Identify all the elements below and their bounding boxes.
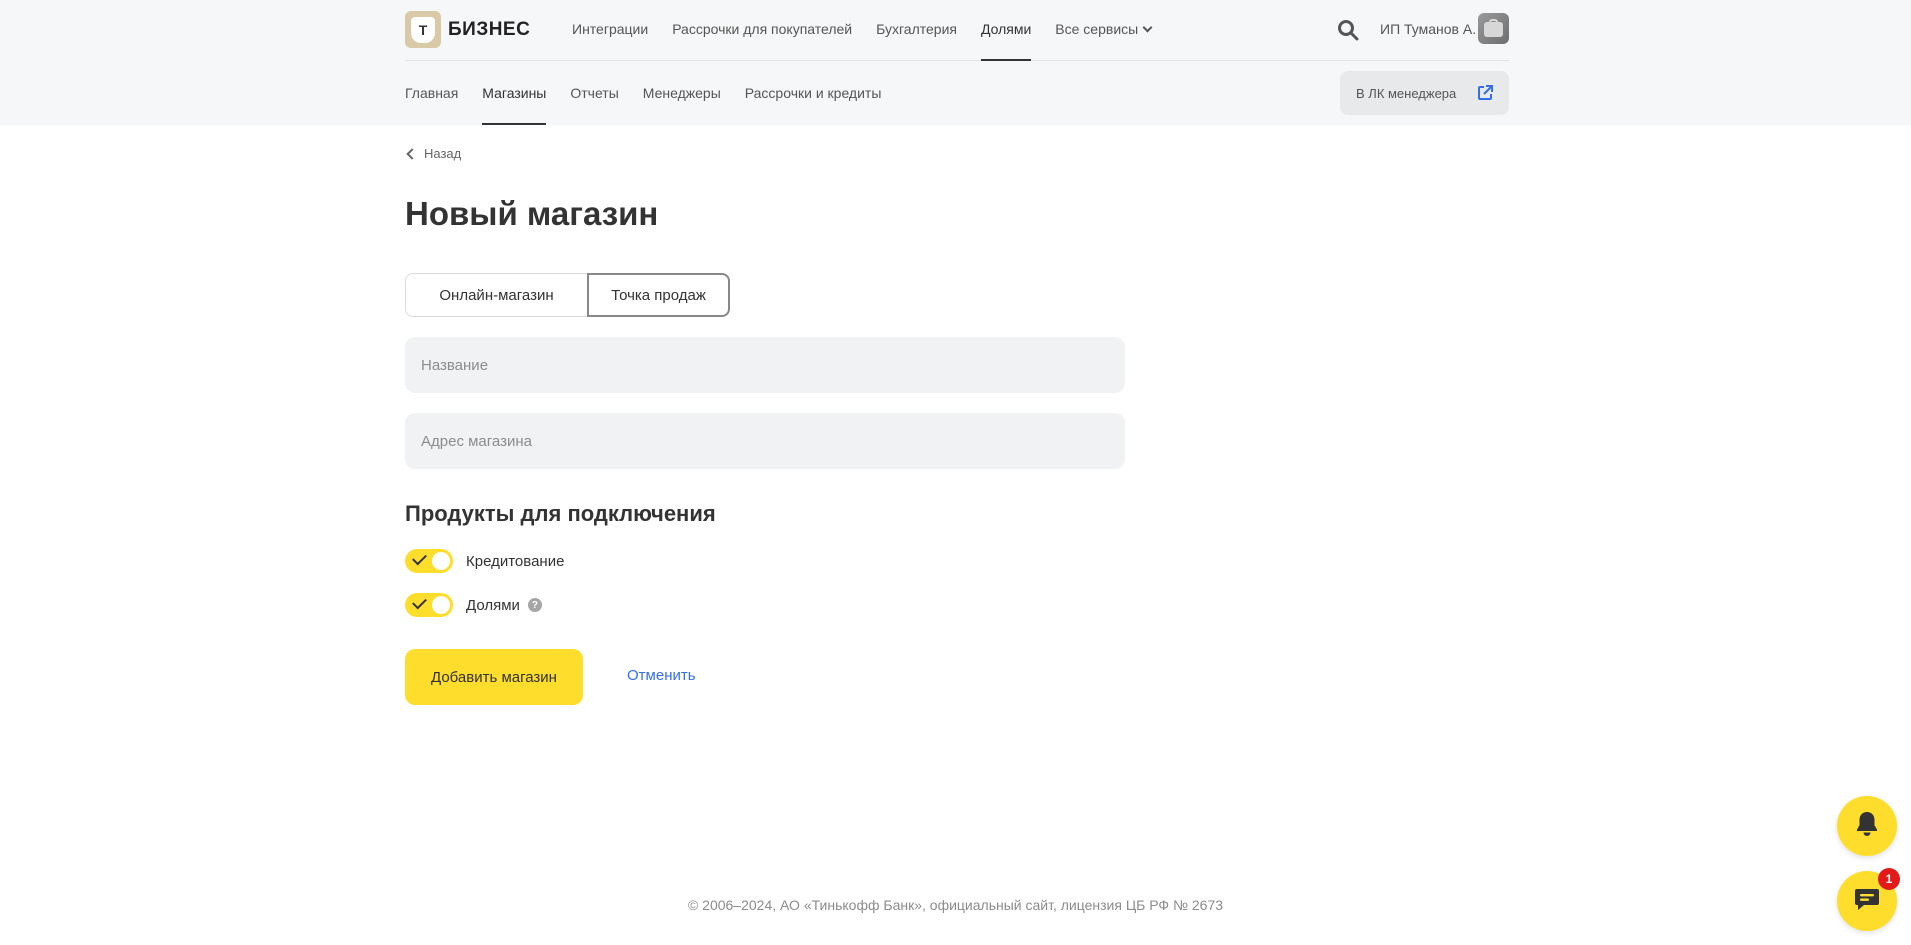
shop-name-input[interactable] [421, 356, 1101, 374]
dolyami-toggle[interactable] [405, 593, 453, 617]
add-shop-button[interactable]: Добавить магазин [405, 649, 583, 705]
toggle-knob [432, 596, 450, 614]
search-icon[interactable] [1337, 19, 1359, 41]
chevron-down-icon [1142, 22, 1153, 33]
segment-online-shop[interactable]: Онлайн-магазин [405, 273, 587, 317]
product-row-dolyami: Долями ? [405, 593, 542, 617]
notifications-button[interactable] [1837, 796, 1897, 856]
manager-cabinet-label: В ЛК менеджера [1356, 85, 1457, 101]
help-icon[interactable]: ? [527, 598, 542, 612]
product-row-credit: Кредитование [405, 549, 564, 573]
top-nav-accounting[interactable]: Бухгалтерия [876, 0, 957, 61]
logo-text: БИЗНЕС [448, 18, 531, 40]
chat-badge: 1 [1878, 868, 1900, 890]
logo-letter: Т [411, 16, 435, 43]
avatar[interactable] [1478, 13, 1509, 44]
top-nav-all-services[interactable]: Все сервисы [1055, 0, 1153, 61]
top-nav-all-services-label: Все сервисы [1055, 21, 1139, 37]
briefcase-icon [1484, 22, 1503, 37]
chevron-left-icon [406, 147, 418, 160]
footer-copyright: © 2006–2024, АО «Тинькофф Банк», официал… [687, 897, 1224, 913]
chat-icon [1853, 886, 1881, 917]
check-icon [412, 594, 427, 610]
header-main-row: Т БИЗНЕС Интеграции Рассрочки для покупа… [405, 0, 1509, 61]
logo[interactable]: Т БИЗНЕС [405, 11, 530, 48]
sub-nav-managers[interactable]: Менеджеры [643, 61, 721, 125]
page-title: Новый магазин [405, 195, 659, 232]
shop-name-field[interactable] [405, 337, 1125, 393]
header-sub-row: Главная Магазины Отчеты Менеджеры Рассро… [405, 61, 1509, 125]
shop-address-input[interactable] [421, 432, 1101, 450]
shop-type-switcher: Онлайн-магазин Точка продаж [405, 273, 730, 317]
credit-toggle[interactable] [405, 549, 453, 573]
sub-nav-loans[interactable]: Рассрочки и кредиты [745, 61, 882, 125]
user-name[interactable]: ИП Туманов А. [1380, 21, 1476, 37]
sub-nav-shops[interactable]: Магазины [482, 61, 547, 125]
external-link-icon [1477, 85, 1493, 101]
back-link[interactable]: Назад [405, 146, 461, 161]
products-section-title: Продукты для подключения [405, 501, 716, 526]
back-label: Назад [424, 146, 462, 161]
toggle-knob [432, 552, 450, 570]
sub-nav-reports[interactable]: Отчеты [570, 61, 618, 125]
top-nav: Интеграции Рассрочки для покупателей Бух… [572, 0, 1175, 61]
chat-button[interactable]: 1 [1837, 868, 1900, 931]
logo-shield-icon: Т [405, 11, 441, 48]
credit-label: Кредитование [466, 552, 565, 570]
segment-point-of-sale[interactable]: Точка продаж [587, 273, 730, 317]
manager-cabinet-button[interactable]: В ЛК менеджера [1340, 71, 1509, 115]
bell-icon [1854, 810, 1880, 843]
top-nav-dolyami[interactable]: Долями [980, 0, 1032, 61]
sub-nav-home[interactable]: Главная [405, 61, 458, 125]
top-header: Т БИЗНЕС Интеграции Рассрочки для покупа… [0, 0, 1911, 125]
dolyami-label: Долями [466, 596, 520, 614]
shop-address-field[interactable] [405, 413, 1125, 469]
cancel-button[interactable]: Отменить [627, 667, 696, 684]
top-nav-integrations[interactable]: Интеграции [572, 0, 648, 61]
top-nav-installments[interactable]: Рассрочки для покупателей [672, 0, 852, 61]
check-icon [412, 550, 427, 566]
